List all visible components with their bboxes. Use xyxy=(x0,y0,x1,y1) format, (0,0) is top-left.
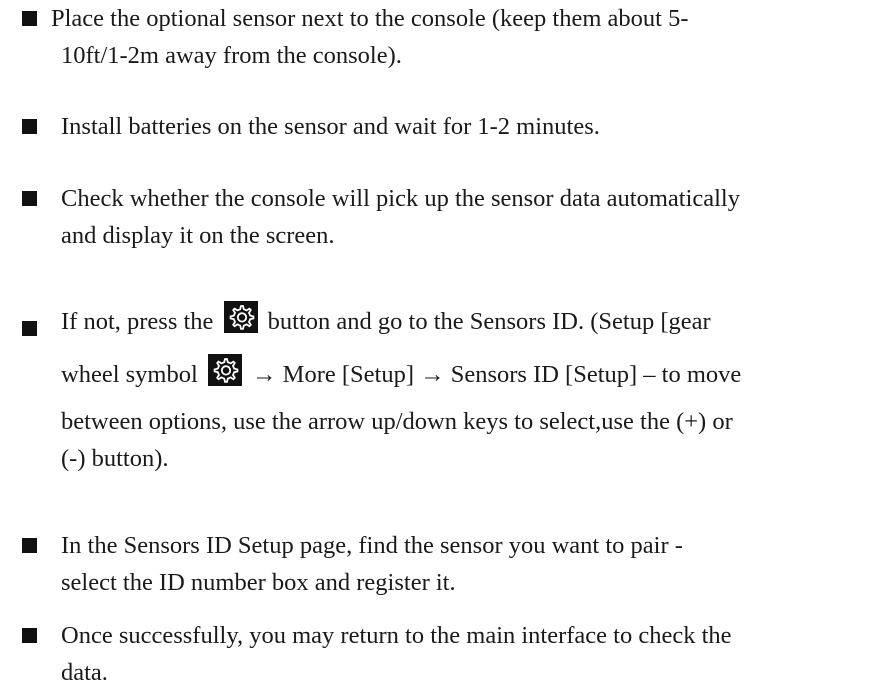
bullet-square-icon xyxy=(22,538,37,553)
list-item-text: Once successfully, you may return to the… xyxy=(61,617,873,691)
bullet-square-icon xyxy=(22,321,37,336)
text-line: Place the optional sensor next to the co… xyxy=(51,5,689,32)
text-line: between options, use the arrow up/down k… xyxy=(61,408,733,435)
bullet-square-icon xyxy=(22,119,37,134)
text-line: Check whether the console will pick up t… xyxy=(61,185,740,212)
gear-icon xyxy=(223,301,258,333)
list-item-text: If not, press the button and go to the S… xyxy=(61,297,873,477)
list-item-text: Check whether the console will pick up t… xyxy=(61,180,873,254)
text-fragment: wheel symbol xyxy=(61,361,198,388)
list-item-text: Place the optional sensor next to the co… xyxy=(51,0,873,74)
text-line: Install batteries on the sensor and wait… xyxy=(61,113,600,140)
text-fragment: → More [Setup] → Sensors ID [Setup] – to… xyxy=(252,361,742,388)
bullet-square-icon xyxy=(22,628,37,643)
text-fragment: If not, press the xyxy=(61,308,214,335)
text-line: select the ID number box and register it… xyxy=(61,569,456,596)
gear-icon xyxy=(207,354,242,386)
text-line: If not, press the button and go to the S… xyxy=(61,297,873,347)
text-line: (-) button). xyxy=(61,445,169,472)
text-line: In the Sensors ID Setup page, find the s… xyxy=(61,532,683,559)
list-item-text: Install batteries on the sensor and wait… xyxy=(61,108,873,145)
text-line: wheel symbol → More [Setup] → Sensors ID… xyxy=(61,347,873,403)
text-line: and display it on the screen. xyxy=(61,222,335,249)
text-line: Once successfully, you may return to the… xyxy=(61,622,732,649)
text-line: 10ft/1-2m away from the console). xyxy=(61,42,402,69)
bullet-square-icon xyxy=(22,191,37,206)
text-fragment: button and go to the Sensors ID. (Setup … xyxy=(267,308,711,335)
bullet-square-icon xyxy=(22,11,37,26)
list-item-text: In the Sensors ID Setup page, find the s… xyxy=(61,527,873,601)
text-line: data. xyxy=(61,659,108,686)
